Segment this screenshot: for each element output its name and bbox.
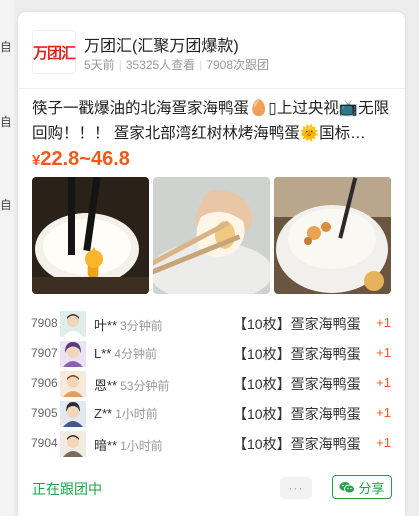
order-time: 3分钟前 [120, 319, 163, 333]
product-title[interactable]: 筷子一戳爆油的北海疍家海鸭蛋🥚▯上过央视📺无限回购！！！ 疍家北部湾红树林烤海鸭… [32, 96, 394, 146]
order-time: 4分钟前 [114, 347, 158, 361]
edge-char: 自 [0, 198, 10, 212]
follow-count: 7908次跟团 [206, 58, 270, 72]
buyer-avatar [60, 341, 86, 367]
order-item: 【10枚】疍家海鸭蛋 [233, 376, 361, 392]
order-qty: +1 [376, 315, 391, 330]
group-meta: 5天前 | 35325人查看 | 7908次跟团 [84, 58, 270, 72]
edge-char: 自 [0, 40, 10, 54]
posted-time: 5天前 [84, 58, 115, 72]
order-number: 7905 [31, 406, 58, 420]
buyer-name: Z** [94, 406, 113, 421]
buyer-info: Z** 1小时前 [94, 405, 158, 422]
more-dots-icon: ··· [288, 481, 304, 495]
view-count: 35325人查看 [125, 58, 196, 72]
order-time: 1小时前 [120, 439, 163, 453]
buyer-name: 恩** [94, 378, 118, 393]
order-number: 7908 [31, 316, 58, 330]
order-qty: +1 [376, 375, 391, 390]
price-range: ¥22.8~46.8 [32, 148, 130, 171]
group-name[interactable]: 万团汇(汇聚万团爆款) [84, 32, 239, 56]
following-status: 正在跟团中 [32, 481, 102, 497]
buyer-info: 恩** 53分钟前 [94, 375, 169, 394]
order-number: 7907 [31, 346, 58, 360]
buyer-name: L** [94, 346, 112, 361]
buyer-avatar [60, 401, 86, 427]
order-row[interactable]: 7905 Z** 1小时前 【10枚】疍家海鸭蛋 +1 [18, 399, 405, 429]
order-time: 1小时前 [115, 407, 158, 421]
share-button[interactable]: 分享 [332, 475, 392, 499]
product-photo-1[interactable] [32, 177, 149, 294]
order-item: 【10枚】疍家海鸭蛋 [233, 346, 361, 362]
product-photo-2[interactable] [153, 177, 270, 294]
buyer-name: 叶** [94, 318, 118, 333]
more-button[interactable]: ··· [280, 477, 312, 499]
order-row[interactable]: 7906 恩** 53分钟前 【10枚】疍家海鸭蛋 +1 [18, 369, 405, 399]
order-row[interactable]: 7907 L** 4分钟前 【10枚】疍家海鸭蛋 +1 [18, 339, 405, 369]
product-photo-3[interactable] [274, 177, 391, 294]
buyer-info: L** 4分钟前 [94, 345, 157, 362]
order-item: 【10枚】疍家海鸭蛋 [233, 406, 361, 422]
order-number: 7904 [31, 436, 58, 450]
order-qty: +1 [376, 405, 391, 420]
buyer-name: 暗** [94, 438, 118, 453]
buyer-avatar [60, 311, 86, 337]
order-row[interactable]: 7904 暗** 1小时前 【10枚】疍家海鸭蛋 +1 [18, 429, 405, 459]
order-item: 【10枚】疍家海鸭蛋 [233, 436, 361, 452]
order-number: 7906 [31, 376, 58, 390]
group-logo[interactable]: 万团汇 [32, 30, 76, 74]
left-page-edge: 自 自 自 [0, 0, 14, 516]
price-value: 22.8~46.8 [40, 148, 130, 170]
buyer-info: 叶** 3分钟前 [94, 315, 163, 334]
share-label: 分享 [358, 480, 385, 496]
edge-char: 自 [0, 115, 10, 129]
buyer-avatar [60, 371, 86, 397]
wechat-icon [339, 481, 356, 493]
order-item: 【10枚】疍家海鸭蛋 [233, 316, 361, 332]
order-row[interactable]: 7908 叶** 3分钟前 【10枚】疍家海鸭蛋 +1 [18, 309, 405, 339]
order-qty: +1 [376, 345, 391, 360]
buyer-avatar [60, 431, 86, 457]
order-time: 53分钟前 [120, 379, 170, 393]
header-divider [18, 88, 405, 89]
buyer-info: 暗** 1小时前 [94, 435, 163, 454]
order-qty: +1 [376, 435, 391, 450]
group-buy-card[interactable]: 万团汇 万团汇(汇聚万团爆款) 5天前 | 35325人查看 | 7908次跟团 筷子一… [18, 12, 405, 516]
